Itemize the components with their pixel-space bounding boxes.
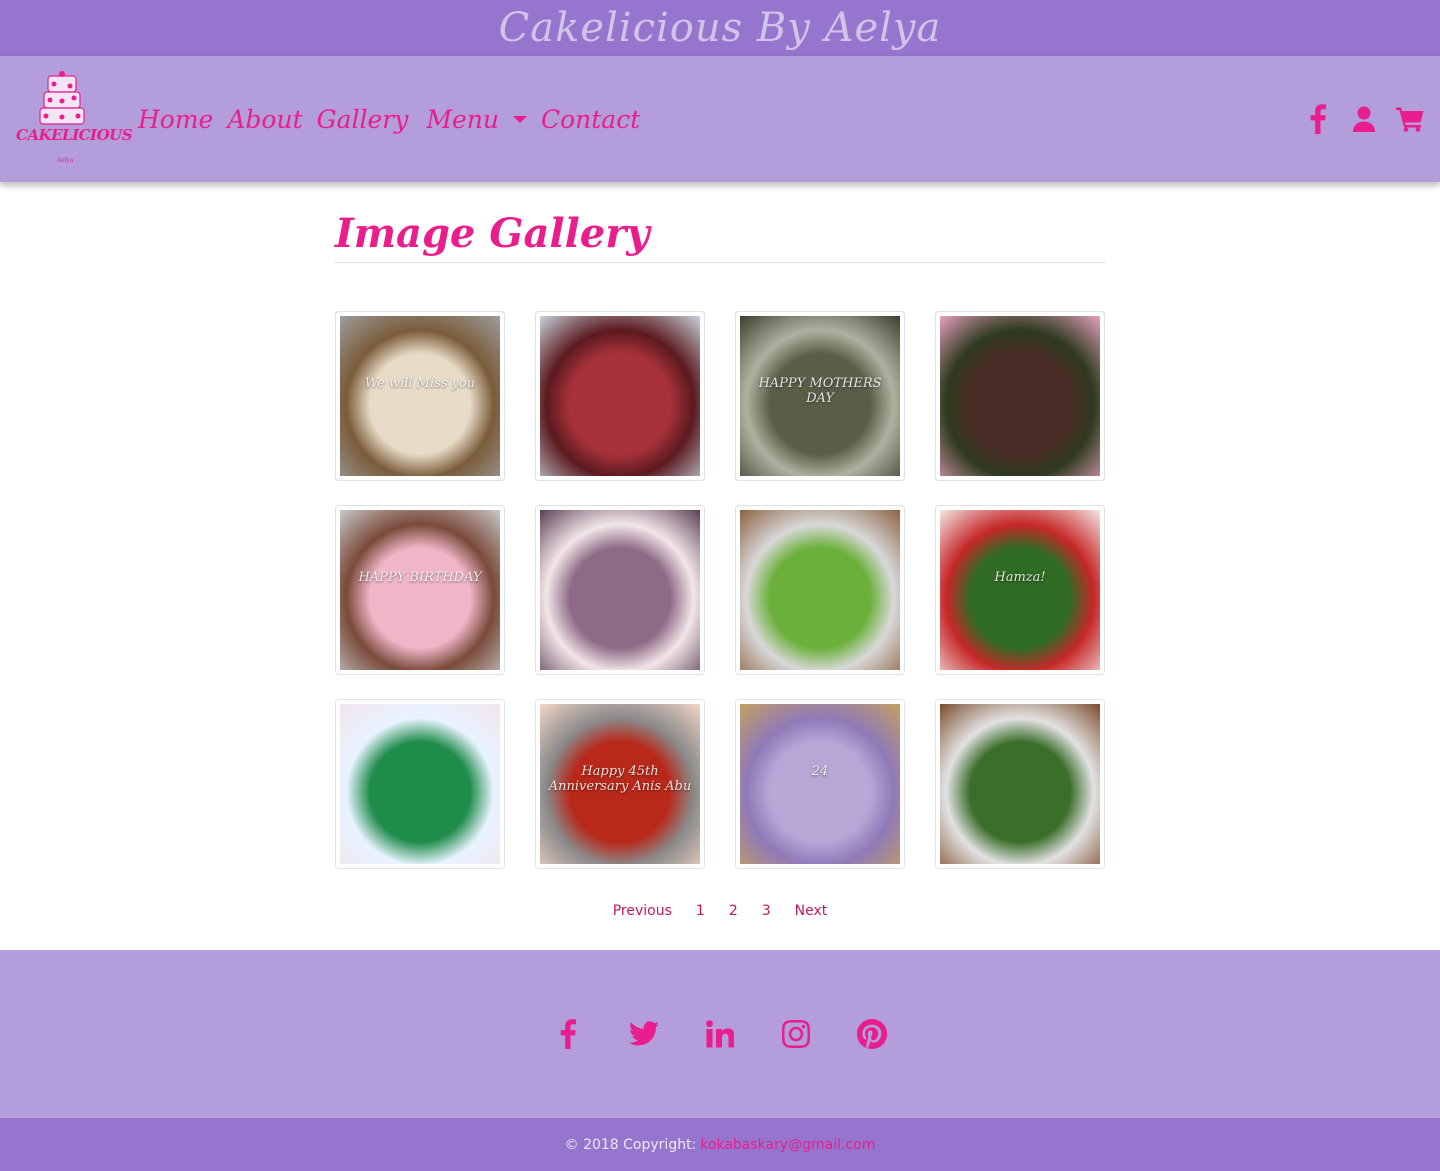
pagination-page-2[interactable]: 2 <box>717 903 750 919</box>
page-title: Image Gallery <box>335 210 1105 263</box>
facebook-icon[interactable] <box>552 1018 584 1050</box>
nav-gallery[interactable]: Gallery <box>317 105 409 134</box>
logo-wordmark: CAKELICIOUS <box>16 126 133 144</box>
copyright-text: © 2018 Copyright: <box>564 1136 697 1153</box>
pagination-previous[interactable]: Previous <box>601 903 684 919</box>
gallery-item-caption: HAPPY MOTHERS DAY <box>758 376 882 406</box>
instagram-icon[interactable] <box>780 1018 812 1050</box>
pagination-page-3[interactable]: 3 <box>750 903 783 919</box>
nav-menu-label: Menu <box>426 104 499 134</box>
nav-home[interactable]: Home <box>138 105 213 134</box>
site-logo[interactable]: Aelya CAKELICIOUS <box>16 68 133 170</box>
gallery-item[interactable] <box>935 699 1105 869</box>
nav-menu-dropdown[interactable]: Menu <box>426 105 527 134</box>
nav-contact[interactable]: Contact <box>541 105 640 134</box>
twitter-icon[interactable] <box>628 1018 660 1050</box>
pagination-next[interactable]: Next <box>783 903 840 919</box>
gallery-item[interactable]: 24 <box>735 699 905 869</box>
gallery-item[interactable]: HAPPY MOTHERS DAY <box>735 311 905 481</box>
footer-social <box>0 950 1440 1118</box>
cake-handbag: HAPPY MOTHERS DAY <box>740 316 900 476</box>
cake-football-pitch: Hamza! <box>940 510 1100 670</box>
cake-purple-24: 24 <box>740 704 900 864</box>
gallery-item-caption: 24 <box>811 764 829 779</box>
cake-green-birthday <box>740 510 900 670</box>
cart-icon[interactable] <box>1396 103 1424 135</box>
facebook-icon[interactable] <box>1304 103 1332 135</box>
copyright-bar: © 2018 Copyright: kokabaskary@gmail.com <box>0 1118 1440 1171</box>
cake-doc-mcstuffins: HAPPY BIRTHDAY <box>340 510 500 670</box>
gallery-item-caption: We will Miss you <box>364 376 476 391</box>
gallery-item[interactable]: Hamza! <box>935 505 1105 675</box>
gallery-item[interactable] <box>735 505 905 675</box>
pinterest-icon[interactable] <box>856 1018 888 1050</box>
gallery-item[interactable] <box>935 311 1105 481</box>
svg-text:Aelya: Aelya <box>56 157 74 164</box>
cake-lightning-car <box>540 316 700 476</box>
nav-about[interactable]: About <box>227 105 302 134</box>
main-content: Image Gallery We will Miss you HAPPY MOTH… <box>335 182 1105 919</box>
cake-owl <box>940 316 1100 476</box>
linkedin-icon[interactable] <box>704 1018 736 1050</box>
copyright-email-link[interactable]: kokabaskary@gmail.com <box>700 1137 875 1153</box>
cake-we-will-miss-you: We will Miss you <box>340 316 500 476</box>
cake-green-flowers <box>340 704 500 864</box>
nav-icons <box>1304 103 1424 135</box>
main-navbar: Aelya CAKELICIOUS Home About Gallery Men… <box>0 56 1440 182</box>
logo-cake-icon: Aelya <box>39 71 85 164</box>
gallery-item-caption: Hamza! <box>994 570 1046 585</box>
cake-anniversary: Happy 45th Anniversary Anis Abu <box>540 704 700 864</box>
nav-links: Home About Gallery Menu Contact <box>138 105 640 134</box>
user-icon[interactable] <box>1350 103 1378 135</box>
pagination: Previous 1 2 3 Next <box>335 903 1105 919</box>
gallery-item-caption: HAPPY BIRTHDAY <box>358 570 482 585</box>
gallery-item[interactable]: HAPPY BIRTHDAY <box>335 505 505 675</box>
gallery-item[interactable]: We will Miss you <box>335 311 505 481</box>
gallery-item[interactable] <box>535 311 705 481</box>
site-title: Cakelicious By Aelya <box>498 5 942 51</box>
image-gallery: We will Miss you HAPPY MOTHERS DAY HAPPY B… <box>335 311 1105 869</box>
gallery-item[interactable] <box>335 699 505 869</box>
top-banner: Cakelicious By Aelya <box>0 0 1440 56</box>
caret-down-icon <box>512 115 527 123</box>
cake-angry-birds <box>940 704 1100 864</box>
gallery-item[interactable]: Happy 45th Anniversary Anis Abu <box>535 699 705 869</box>
pagination-page-1[interactable]: 1 <box>684 903 717 919</box>
cake-pillow-crown <box>540 510 700 670</box>
gallery-item[interactable] <box>535 505 705 675</box>
gallery-item-caption: Happy 45th Anniversary Anis Abu <box>548 764 692 794</box>
